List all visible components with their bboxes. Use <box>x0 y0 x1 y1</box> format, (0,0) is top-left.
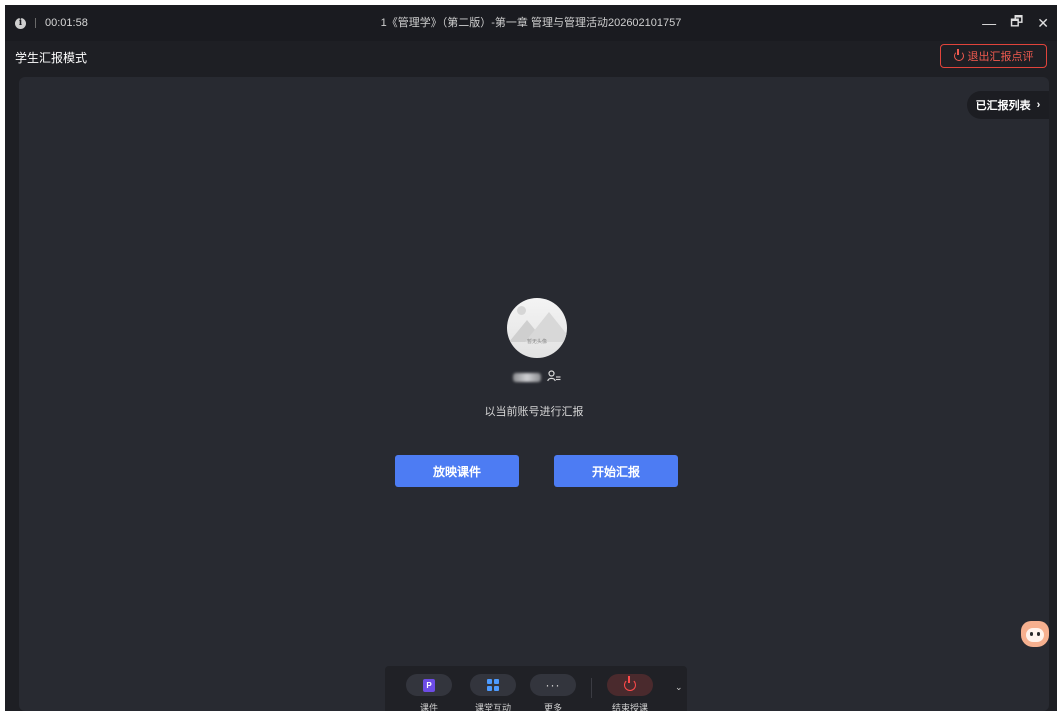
power-icon <box>953 49 964 61</box>
assistant-mascot-icon[interactable] <box>1019 617 1049 651</box>
toolbar-label: 课件 <box>419 703 438 711</box>
toolbar-label: 更多 <box>543 703 562 711</box>
toolbar-label: 课堂互动 <box>474 703 511 711</box>
app-window: i 00:01:58 1《管理学》（第二版）-第一章 管理与管理活动202602… <box>5 5 1057 711</box>
start-report-button[interactable]: 开始汇报 <box>554 455 678 487</box>
exit-report-review-label: 退出汇报点评 <box>967 51 1034 63</box>
mascot-eye <box>1037 632 1040 636</box>
toolbar-label: 结束授课 <box>611 703 648 711</box>
bottom-toolbar: P 课件 课堂互动 ··· 更多 结束授课 ⌄ <box>385 666 687 711</box>
ppt-icon: P <box>423 678 435 692</box>
switch-account-icon-svg <box>547 369 561 381</box>
minimize-button[interactable]: — <box>982 15 996 31</box>
toolbar-classroom-interaction[interactable]: 课堂互动 <box>469 674 517 711</box>
session-timer: 00:01:58 <box>45 17 88 29</box>
more-dots-icon: ··· <box>545 678 561 692</box>
power-icon <box>624 676 636 691</box>
report-stage: 已汇报列表 › 暂无头像 以当前账号进行汇报 放映课件 开始汇报 <box>19 77 1049 711</box>
toolbar-more[interactable]: ··· 更多 <box>529 674 577 711</box>
avatar-caption: 暂无头像 <box>526 339 547 345</box>
titlebar-left: i 00:01:58 <box>15 5 88 41</box>
chevron-right-icon: › <box>1036 99 1041 111</box>
divider <box>35 18 36 28</box>
divider <box>591 678 592 698</box>
toolbar-courseware[interactable]: P 课件 <box>405 674 453 711</box>
play-courseware-button[interactable]: 放映课件 <box>395 455 519 487</box>
apps-grid-icon <box>487 679 499 691</box>
toolbar-end-class[interactable]: 结束授课 <box>606 674 654 711</box>
chevron-down-icon[interactable]: ⌄ <box>675 682 683 693</box>
interaction-pill <box>470 674 516 696</box>
exit-report-review-button[interactable]: 退出汇报点评 <box>940 44 1047 68</box>
page-title: 学生汇报模式 <box>15 51 88 65</box>
title-bar: i 00:01:58 1《管理学》（第二版）-第一章 管理与管理活动202602… <box>5 5 1057 41</box>
reported-list-label: 已汇报列表 <box>975 100 1031 112</box>
mascot-eye <box>1030 632 1033 636</box>
courseware-pill: P <box>406 674 452 696</box>
end-class-pill <box>607 674 653 696</box>
window-controls: — 🗗 ✕ <box>982 5 1049 41</box>
window-title: 1《管理学》（第二版）-第一章 管理与管理活动202602101757 <box>380 17 682 29</box>
more-pill: ··· <box>530 674 576 696</box>
switch-account-icon[interactable] <box>547 369 561 385</box>
reported-list-button[interactable]: 已汇报列表 › <box>967 91 1049 119</box>
mascot-face <box>1026 628 1044 642</box>
user-name-row <box>507 369 567 385</box>
close-button[interactable]: ✕ <box>1037 15 1049 32</box>
user-name-redacted <box>513 372 541 382</box>
restore-button[interactable]: 🗗 <box>1010 11 1023 35</box>
info-icon[interactable]: i <box>15 17 26 29</box>
avatar: 暂无头像 <box>507 298 567 358</box>
account-hint: 以当前账号进行汇报 <box>484 406 584 418</box>
